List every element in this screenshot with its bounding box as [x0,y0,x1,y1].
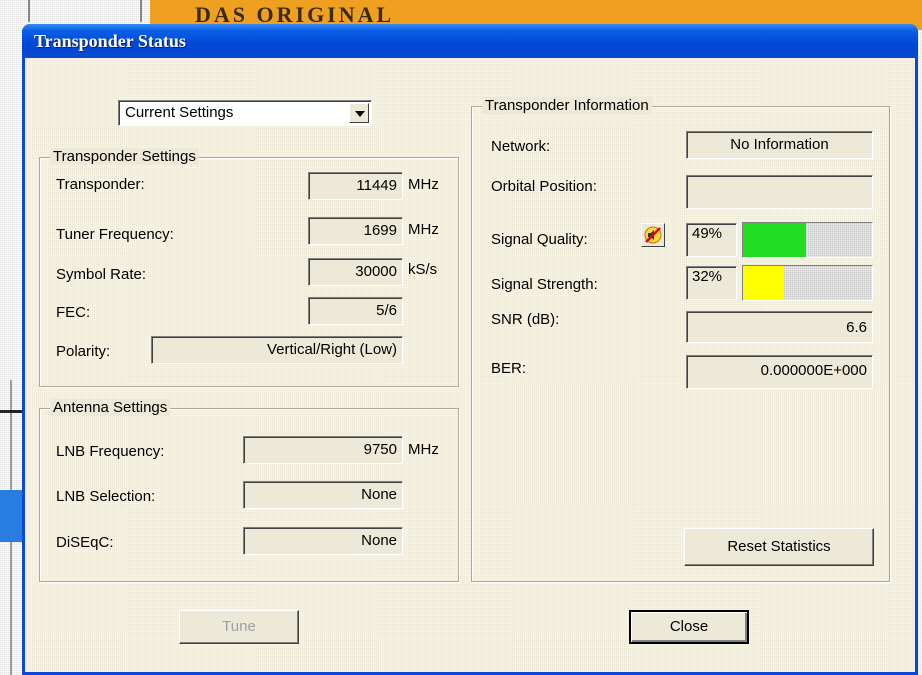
mute-toggle-icon[interactable] [641,223,665,247]
lnb-frequency-label: LNB Frequency: [56,443,165,460]
signal-strength-bar [742,265,873,301]
title-bar[interactable]: Transponder Status [22,24,918,58]
symbol-rate-field: 30000 [308,258,403,286]
signal-quality-bar-fill [743,223,807,257]
close-button[interactable]: Close [629,610,749,644]
reset-statistics-button[interactable]: Reset Statistics [684,528,874,566]
ber-field: 0.000000E+000 [686,355,873,389]
speaker-mute-icon [644,226,662,244]
tuner-frequency-field: 1699 [308,217,403,245]
symbol-rate-unit: kS/s [408,261,438,278]
diseqc-field: None [243,527,403,555]
orbital-position-label: Orbital Position: [491,178,597,195]
transponder-unit: MHz [408,176,439,193]
diseqc-label: DiSEqC: [56,534,114,551]
background-window-frame [28,0,142,22]
tune-button[interactable]: Tune [179,610,299,644]
lnb-selection-label: LNB Selection: [56,488,156,505]
signal-strength-label: Signal Strength: [491,276,598,293]
network-label: Network: [491,138,551,155]
transponder-settings-legend: Transponder Settings [50,148,199,165]
tuner-frequency-unit: MHz [408,221,439,238]
polarity-field: Vertical/Right (Low) [151,336,403,364]
signal-quality-label: Signal Quality: [491,231,588,248]
transponder-status-dialog: Transponder Status Current Settings Tran… [22,24,918,675]
lnb-frequency-unit: MHz [408,441,439,458]
tuner-frequency-label: Tuner Frequency: [56,226,174,243]
chevron-down-icon[interactable] [349,103,369,123]
fec-label: FEC: [56,304,91,321]
signal-strength-bar-fill [743,266,785,300]
ber-label: BER: [491,360,527,377]
view-select-value: Current Settings [125,104,234,121]
orbital-position-field [686,175,873,209]
polarity-label: Polarity: [56,343,111,360]
signal-quality-percent: 49% [686,223,737,257]
background-line [0,410,22,413]
transponder-label: Transponder: [56,176,145,193]
signal-quality-bar [742,222,873,258]
dialog-title: Transponder Status [34,31,186,51]
signal-strength-percent: 32% [686,266,737,300]
lnb-selection-field: None [243,481,403,509]
dialog-client-area: Current Settings Transponder Settings Tr… [25,58,915,672]
background-blue-block [0,490,22,542]
antenna-settings-legend: Antenna Settings [50,399,171,416]
snr-label: SNR (dB): [491,311,560,328]
view-select[interactable]: Current Settings [118,100,372,126]
snr-field: 6.6 [686,311,873,343]
transponder-information-legend: Transponder Information [482,97,652,114]
transponder-field: 11449 [308,172,403,200]
network-field: No Information [686,131,873,159]
symbol-rate-label: Symbol Rate: [56,266,147,283]
lnb-frequency-field: 9750 [243,436,403,464]
fec-field: 5/6 [308,297,403,325]
